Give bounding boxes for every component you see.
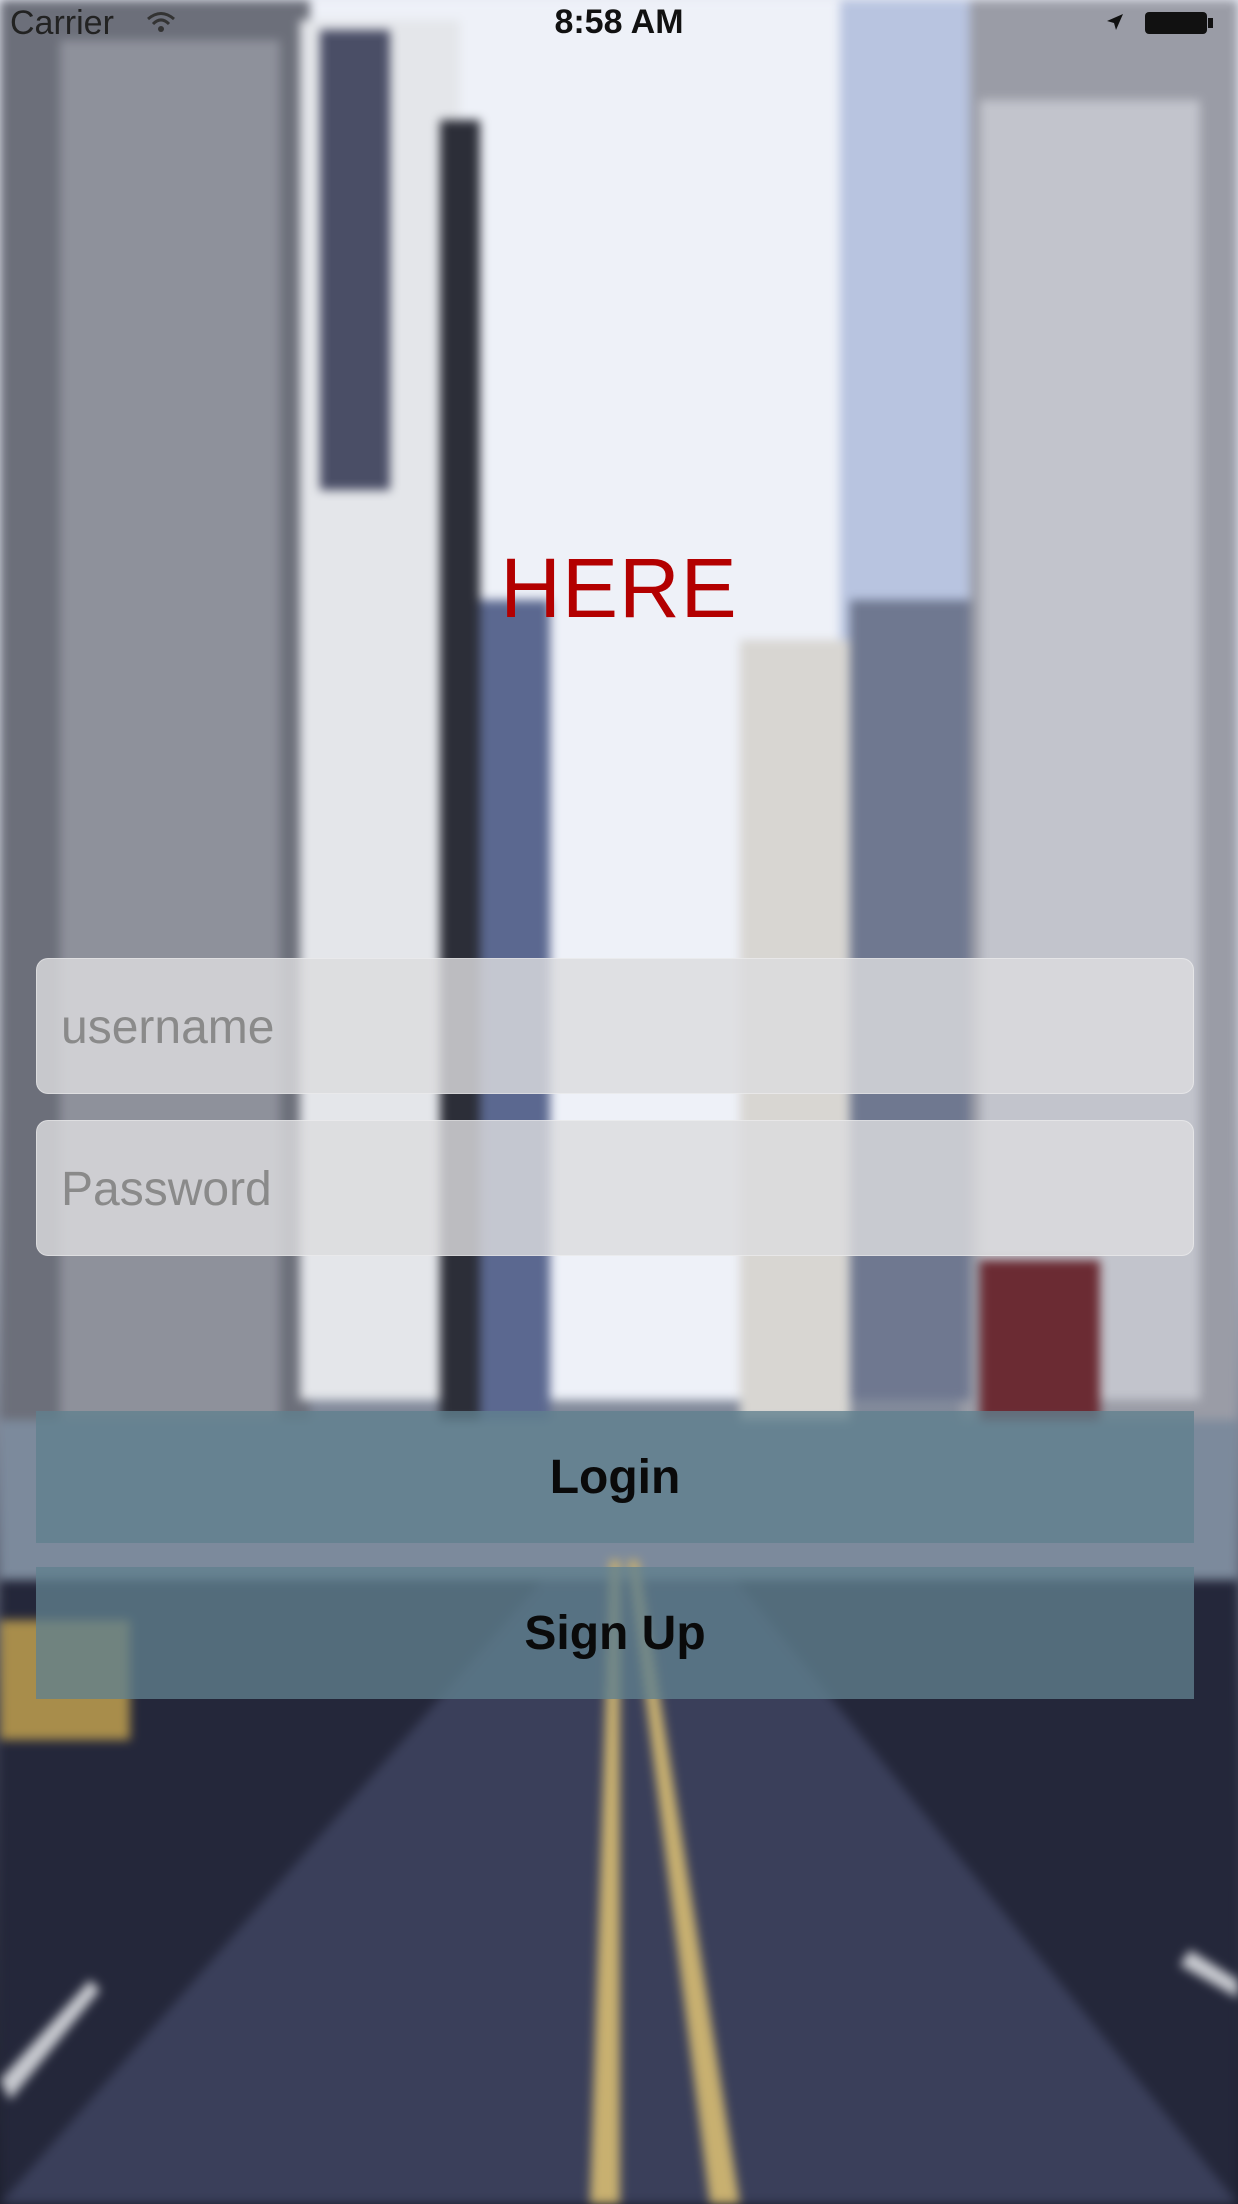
username-input[interactable]: [59, 959, 1197, 1095]
signup-button[interactable]: Sign Up: [36, 1567, 1194, 1699]
status-time: 8:58 AM: [554, 3, 684, 41]
password-input[interactable]: [59, 1121, 1197, 1257]
password-field-container: [36, 1120, 1197, 1257]
battery-icon: [1145, 12, 1207, 34]
background-scene: [0, 0, 1238, 2204]
app-logo-text: HERE: [500, 541, 738, 635]
location-arrow-icon: [1107, 14, 1123, 30]
login-button[interactable]: Login: [36, 1411, 1194, 1543]
background-city-street-image: [0, 0, 1238, 2204]
username-field-container: [36, 958, 1197, 1095]
signup-button-label: Sign Up: [524, 1606, 706, 1660]
battery-tip: [1208, 18, 1213, 28]
login-button-label: Login: [549, 1450, 681, 1504]
status-bar: Carrier 8:58 AM: [0, 0, 1238, 48]
